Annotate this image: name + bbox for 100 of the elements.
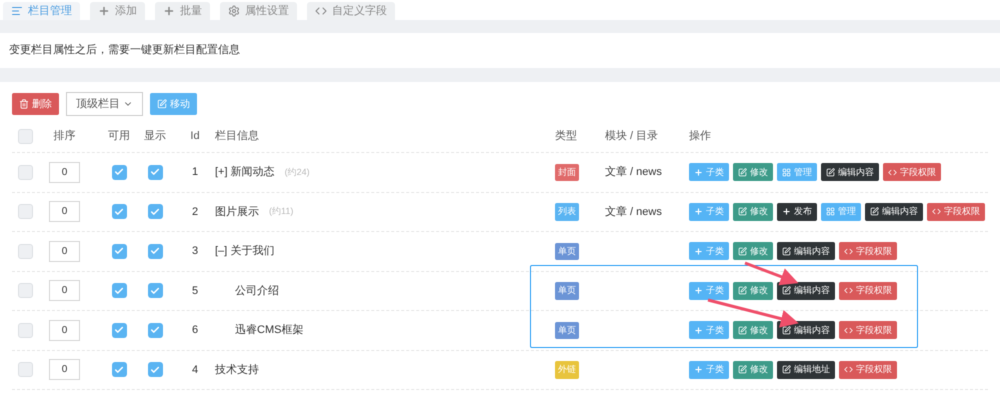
id-text: 3 <box>190 244 200 259</box>
settings-icon <box>228 5 240 17</box>
pencil-icon <box>826 168 835 177</box>
row-checkbox[interactable] <box>18 362 33 378</box>
column-header: 栏目信息 <box>215 128 260 144</box>
action-button[interactable]: 子类 <box>689 360 729 379</box>
column-header: 操作 <box>689 128 711 144</box>
action-button[interactable]: 管理 <box>821 202 861 221</box>
visible-checkbox[interactable] <box>148 204 162 220</box>
action-button[interactable]: 字段权限 <box>839 321 897 340</box>
visible-checkbox[interactable] <box>148 322 162 338</box>
action-button[interactable]: 子类 <box>689 202 729 221</box>
check-icon <box>150 325 160 336</box>
action-button[interactable]: 子类 <box>689 282 729 300</box>
row-checkbox[interactable] <box>18 164 33 180</box>
type-badge: 列表 <box>555 203 579 220</box>
pencil-icon <box>782 365 791 374</box>
plus-icon <box>163 5 175 17</box>
category-name: 迅睿CMS框架 <box>235 322 304 338</box>
sort-input[interactable]: 0 <box>49 280 80 302</box>
row-checkbox[interactable] <box>18 322 33 338</box>
action-button[interactable]: 字段权限 <box>839 360 897 379</box>
tab[interactable]: 批量 <box>155 2 210 20</box>
action-button[interactable]: 字段权限 <box>839 282 897 300</box>
enabled-checkbox[interactable] <box>112 164 126 180</box>
category-name: [–] 关于我们 <box>215 244 274 259</box>
plus-icon <box>782 207 791 216</box>
plus-icon <box>694 246 703 256</box>
action-button[interactable]: 修改 <box>733 202 773 221</box>
id-text: 6 <box>190 323 200 338</box>
action-button[interactable]: 编辑地址 <box>777 360 835 379</box>
visible-checkbox[interactable] <box>148 164 162 180</box>
pencil-icon <box>870 207 879 216</box>
code-icon <box>844 365 853 374</box>
action-button[interactable]: 修改 <box>733 360 773 379</box>
pencil-icon <box>738 168 747 177</box>
action-button[interactable]: 管理 <box>777 163 817 182</box>
id-text: 1 <box>190 165 200 180</box>
tab[interactable]: 属性设置 <box>220 2 297 20</box>
visible-checkbox[interactable] <box>148 362 162 378</box>
action-button[interactable]: 编辑内容 <box>777 282 835 300</box>
plus-icon <box>98 5 110 17</box>
id-text: 4 <box>190 362 200 378</box>
action-button[interactable]: 修改 <box>733 163 773 182</box>
tab[interactable]: 添加 <box>90 2 145 20</box>
enabled-checkbox[interactable] <box>112 244 126 259</box>
column-header: 可用 <box>107 128 131 144</box>
type-badge: 外链 <box>555 361 579 378</box>
action-button[interactable]: 字段权限 <box>839 242 897 260</box>
action-button[interactable]: 发布 <box>777 202 817 221</box>
column-header: 显示 <box>143 128 167 144</box>
visible-checkbox[interactable] <box>148 283 162 298</box>
sort-input[interactable]: 0 <box>49 320 80 341</box>
row-checkbox[interactable] <box>18 244 33 259</box>
row-checkbox[interactable] <box>18 204 33 220</box>
action-button[interactable]: 编辑内容 <box>777 321 835 340</box>
visible-checkbox[interactable] <box>148 244 162 259</box>
code-icon <box>844 246 853 256</box>
parent-select[interactable]: 顶级栏目 <box>66 92 143 116</box>
sort-input[interactable]: 0 <box>49 240 80 262</box>
action-button[interactable]: 编辑内容 <box>821 163 879 182</box>
check-icon <box>150 364 160 375</box>
pencil-icon <box>157 99 167 109</box>
action-button[interactable]: 编辑内容 <box>777 242 835 260</box>
module-text: 文章 / news <box>605 206 662 218</box>
delete-button[interactable]: 删除 <box>12 93 59 115</box>
id-text: 2 <box>190 204 200 220</box>
check-icon <box>150 246 160 256</box>
check-icon <box>114 286 124 296</box>
move-button[interactable]: 移动 <box>150 93 197 115</box>
sort-input[interactable]: 0 <box>49 162 80 183</box>
enabled-checkbox[interactable] <box>112 322 126 338</box>
notice-text: 变更栏目属性之后，需要一键更新栏目配置信息 <box>9 42 240 58</box>
tab[interactable]: 栏目管理 <box>3 2 80 20</box>
sort-input[interactable]: 0 <box>49 201 80 222</box>
action-button[interactable]: 字段权限 <box>883 163 941 182</box>
count-text: (约24) <box>284 166 310 179</box>
action-button[interactable]: 子类 <box>689 321 729 340</box>
check-icon <box>150 286 160 296</box>
select-all-checkbox[interactable] <box>18 128 33 144</box>
row-checkbox[interactable] <box>18 283 33 298</box>
code-icon <box>315 5 327 17</box>
sort-input[interactable]: 0 <box>49 359 80 380</box>
type-badge: 封面 <box>555 164 579 181</box>
pencil-icon <box>738 365 747 374</box>
enabled-checkbox[interactable] <box>112 362 126 378</box>
action-button[interactable]: 修改 <box>733 242 773 260</box>
check-icon <box>150 206 160 217</box>
enabled-checkbox[interactable] <box>112 204 126 220</box>
action-button[interactable]: 编辑内容 <box>865 202 923 221</box>
plus-icon <box>694 207 703 216</box>
action-button[interactable]: 子类 <box>689 242 729 260</box>
tab[interactable]: 自定义字段 <box>307 2 395 20</box>
action-button[interactable]: 子类 <box>689 163 729 182</box>
enabled-checkbox[interactable] <box>112 283 126 298</box>
action-button[interactable]: 修改 <box>733 321 773 340</box>
action-button[interactable]: 修改 <box>733 282 773 300</box>
action-button[interactable]: 字段权限 <box>927 202 985 221</box>
check-icon <box>114 364 124 375</box>
id-text: 5 <box>190 284 200 298</box>
